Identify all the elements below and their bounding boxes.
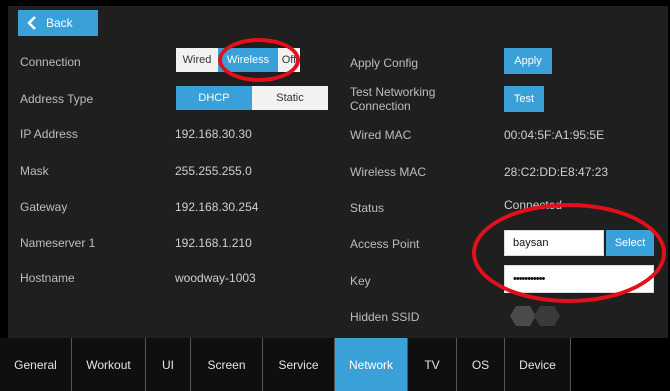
tab-screen[interactable]: Screen: [191, 338, 263, 391]
settings-screen: Back Connection Wired Wireless Off Addre…: [0, 0, 670, 391]
key-label: Key: [350, 274, 371, 288]
ip-address-value: 192.168.30.30: [175, 127, 252, 141]
address-type-static-option[interactable]: Static: [252, 86, 328, 110]
nameserver-label: Nameserver 1: [20, 236, 96, 250]
access-point-input[interactable]: baysan: [504, 230, 604, 256]
wired-mac-label: Wired MAC: [350, 128, 412, 142]
back-button[interactable]: Back: [18, 10, 98, 36]
tab-general[interactable]: General: [0, 338, 72, 391]
chevron-left-icon: [27, 16, 36, 30]
ip-address-label: IP Address: [20, 127, 78, 141]
connection-wired-option[interactable]: Wired: [176, 48, 218, 72]
gateway-label: Gateway: [20, 200, 68, 214]
connection-wireless-option[interactable]: Wireless: [218, 48, 278, 72]
access-point-label: Access Point: [350, 237, 420, 251]
address-type-label: Address Type: [20, 92, 94, 106]
key-input[interactable]: •••••••••••: [504, 265, 654, 293]
wireless-mac-value: 28:C2:DD:E8:47:23: [504, 165, 609, 179]
back-label: Back: [46, 16, 73, 30]
tab-service[interactable]: Service: [263, 338, 335, 391]
select-access-point-button[interactable]: Select: [606, 230, 654, 256]
tab-tv[interactable]: TV: [408, 338, 457, 391]
settings-tab-bar: General Workout UI Screen Service Networ…: [0, 338, 590, 391]
status-label: Status: [350, 201, 385, 215]
tab-workout[interactable]: Workout: [72, 338, 146, 391]
tab-network[interactable]: Network: [335, 338, 408, 391]
address-type-dhcp-option[interactable]: DHCP: [176, 86, 252, 110]
wired-mac-value: 00:04:5F:A1:95:5E: [504, 128, 605, 142]
wireless-mac-label: Wireless MAC: [350, 165, 427, 179]
hidden-ssid-label: Hidden SSID: [350, 310, 420, 324]
connection-off-option[interactable]: Off: [278, 48, 300, 72]
connection-label: Connection: [20, 55, 81, 69]
tab-device[interactable]: Device: [505, 338, 571, 391]
connection-selector[interactable]: Wired Wireless Off: [176, 48, 300, 72]
test-networking-label: Test Networking Connection: [350, 85, 436, 113]
tab-os[interactable]: OS: [457, 338, 505, 391]
status-value: Connected: [504, 198, 563, 212]
hexagon-toggle-icon[interactable]: [504, 305, 566, 327]
tab-ui[interactable]: UI: [146, 338, 191, 391]
nameserver-value: 192.168.1.210: [175, 236, 252, 250]
test-button[interactable]: Test: [504, 86, 544, 112]
apply-config-label: Apply Config: [350, 56, 419, 70]
mask-label: Mask: [20, 164, 49, 178]
address-type-selector[interactable]: DHCP Static: [176, 86, 328, 110]
hostname-label: Hostname: [20, 271, 75, 285]
apply-button[interactable]: Apply: [504, 48, 552, 74]
gateway-value: 192.168.30.254: [175, 200, 259, 214]
mask-value: 255.255.255.0: [175, 164, 252, 178]
hostname-value: woodway-1003: [175, 271, 256, 285]
